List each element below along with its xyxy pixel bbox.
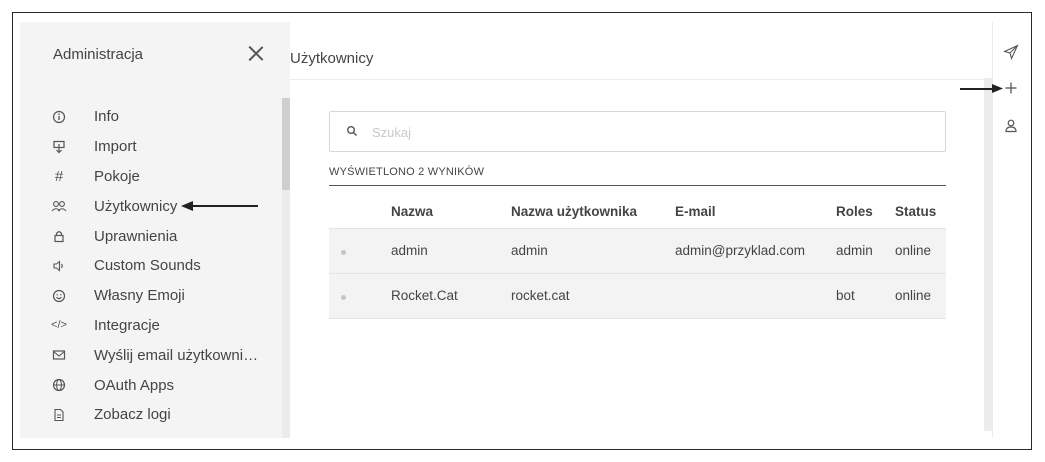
sidebar-item-custom-sounds[interactable]: Custom Sounds [20, 251, 280, 281]
sidebar-item-label: Zobacz logi [94, 406, 171, 424]
column-header-name[interactable]: Nazwa [391, 195, 511, 228]
sidebar-item-mailer[interactable]: Wyślij email użytkowni… [20, 340, 280, 370]
lock-icon [50, 227, 68, 245]
sidebar-item-view-logs[interactable]: Zobacz logi [20, 400, 280, 430]
sidebar-item-label: Custom Sounds [94, 257, 201, 275]
code-icon: </> [51, 319, 67, 332]
sidebar-item-info[interactable]: Info [20, 102, 280, 132]
import-icon [50, 138, 68, 156]
column-header-status[interactable]: Status [895, 195, 946, 228]
sidebar-item-label: Pokoje [94, 167, 140, 185]
sidebar-item-label: Użytkownicy [94, 197, 178, 215]
sidebar-item-custom-emoji[interactable]: Własny Emoji [20, 281, 280, 311]
file-icon [50, 406, 68, 424]
search-input[interactable] [372, 122, 912, 142]
sidebar-header: Administracja [20, 22, 290, 80]
close-icon[interactable] [242, 40, 270, 68]
sidebar-item-label: Własny Emoji [94, 287, 185, 305]
sidebar-item-label: Import [94, 138, 137, 156]
main-scrollbar[interactable] [984, 78, 992, 431]
search-box[interactable] [329, 111, 946, 152]
roles-cell: admin [836, 243, 873, 258]
username-cell: rocket.cat [511, 288, 570, 303]
sidebar-item-label: OAuth Apps [94, 376, 175, 394]
info-icon [50, 108, 68, 126]
user-icon[interactable] [1003, 118, 1021, 136]
sidebar-item-label: Integracje [94, 316, 160, 334]
admin-sidebar: Administracja Info Import # Pokoje Użytk… [20, 22, 290, 438]
user-name-cell: Rocket.Cat [391, 288, 458, 303]
sidebar-item-label: Uprawnienia [94, 227, 178, 245]
annotation-arrowhead-add [992, 84, 1003, 93]
avatar [329, 228, 391, 273]
hashtag-icon: # [54, 167, 64, 185]
status-cell: online [895, 288, 932, 303]
column-header-username[interactable]: Nazwa użytkownika [511, 195, 675, 228]
users-icon [50, 197, 68, 215]
column-header-avatar [329, 195, 391, 228]
mail-icon [50, 346, 68, 364]
status-cell: online [895, 243, 932, 258]
username-cell: admin [511, 243, 548, 258]
annotation-arrow-users [188, 205, 258, 207]
emoji-icon [50, 287, 68, 305]
annotation-arrowhead-users [181, 201, 193, 211]
sidebar-title: Administracja [53, 46, 144, 63]
status-dot [341, 295, 346, 300]
results-count: WYŚWIETLONO 2 WYNIKÓW [329, 166, 485, 178]
sidebar-item-label: Wyślij email użytkowni… [94, 346, 259, 364]
table-row[interactable]: admin admin admin@przyklad.com admin onl… [329, 228, 946, 273]
table-header-row: Nazwa Nazwa użytkownika E-mail Roles Sta… [329, 195, 946, 228]
avatar [329, 273, 391, 318]
volume-icon [50, 257, 68, 275]
user-name-cell: admin [391, 243, 428, 258]
main-header: Użytkownicy [290, 22, 990, 80]
status-dot [341, 250, 346, 255]
page-title: Użytkownicy [290, 50, 374, 67]
email-cell [675, 273, 836, 318]
roles-cell: bot [836, 288, 855, 303]
sidebar-item-label: Info [94, 108, 120, 126]
sidebar-item-oauth-apps[interactable]: OAuth Apps [20, 370, 280, 400]
sidebar-scrollbar-thumb[interactable] [282, 98, 290, 190]
users-table: Nazwa Nazwa użytkownika E-mail Roles Sta… [329, 195, 946, 319]
table-row[interactable]: Rocket.Cat rocket.cat bot online [329, 273, 946, 318]
column-header-email[interactable]: E-mail [675, 195, 836, 228]
sidebar-menu: Info Import # Pokoje Użytkownicy Uprawni… [20, 102, 280, 430]
sidebar-item-rooms[interactable]: # Pokoje [20, 162, 280, 192]
add-icon[interactable] [1003, 80, 1021, 98]
globe-icon [50, 376, 68, 394]
sidebar-item-import[interactable]: Import [20, 132, 280, 162]
sidebar-item-permissions[interactable]: Uprawnienia [20, 221, 280, 251]
email-cell: admin@przyklad.com [675, 243, 805, 258]
divider [329, 185, 946, 186]
sidebar-item-integrations[interactable]: </> Integracje [20, 311, 280, 341]
search-icon [346, 124, 360, 138]
column-header-roles[interactable]: Roles [836, 195, 895, 228]
send-icon[interactable] [1002, 44, 1021, 62]
